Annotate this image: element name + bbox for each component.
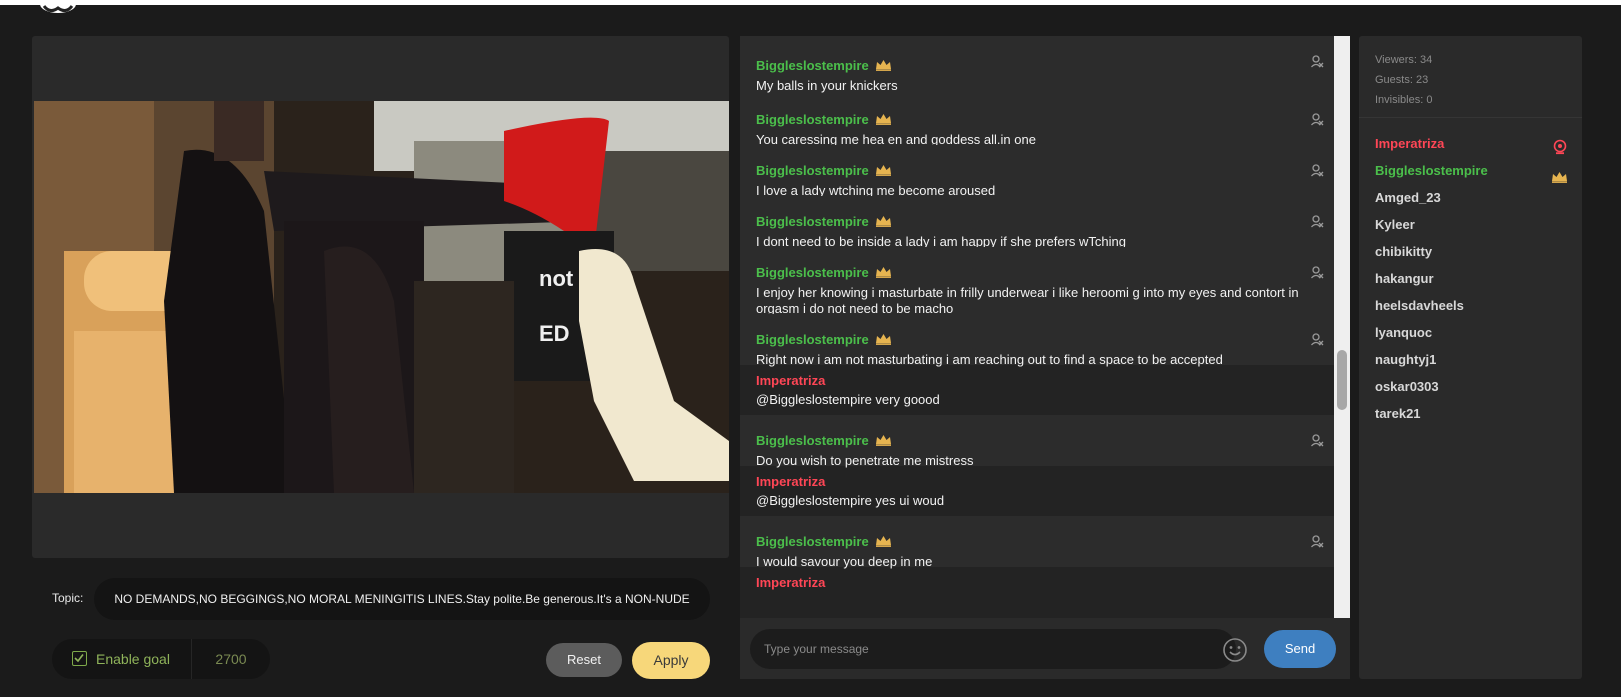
scrollbar-thumb[interactable]	[1337, 350, 1347, 410]
mute-user-icon[interactable]	[1310, 54, 1324, 71]
chat-message: Biggleslostempire I dont need to be insid…	[740, 196, 1334, 249]
user-list-item[interactable]: chibikitty	[1359, 238, 1582, 265]
chat-message: Biggleslostempire You caressing me hea en…	[740, 94, 1334, 147]
chat-message: Imperatriza @Biggleslostempire very goood	[740, 365, 1334, 415]
chat-username[interactable]: Biggleslostempire	[756, 58, 869, 73]
user-name: oskar0303	[1375, 379, 1439, 394]
chat-username[interactable]: Biggleslostempire	[756, 265, 869, 280]
mute-user-icon[interactable]	[1310, 265, 1324, 282]
video-stream[interactable]: not ED	[34, 101, 729, 493]
user-name: Kyleer	[1375, 217, 1415, 232]
user-list-item[interactable]: oskar0303	[1359, 373, 1582, 400]
chat-message: Biggleslostempire I love a lady wtching m…	[740, 145, 1334, 198]
smiley-icon[interactable]	[1222, 637, 1248, 663]
user-list-item[interactable]: tarek21	[1359, 400, 1582, 427]
reset-button[interactable]: Reset	[546, 643, 622, 677]
chat-message-text: I enjoy her knowing i masturbate in fril…	[756, 285, 1299, 316]
checkbox-checked-icon[interactable]	[72, 651, 87, 666]
crown-icon	[875, 59, 892, 74]
mute-user-icon[interactable]	[1310, 163, 1324, 180]
crown-icon	[875, 266, 892, 281]
user-name: hakangur	[1375, 271, 1434, 286]
users-panel: Viewers: 34 Guests: 23 Invisibles: 0 Imp…	[1359, 36, 1582, 679]
guests-count: Guests: 23	[1375, 74, 1429, 86]
chat-panel: Biggleslostempire My balls in your knicke…	[740, 36, 1350, 679]
user-list-item[interactable]: Biggleslostempire	[1359, 157, 1582, 184]
user-name: heelsdavheels	[1375, 298, 1464, 313]
users-list: Imperatriza Biggleslostempire Amged_23 Kyle…	[1359, 118, 1582, 427]
goal-control: Enable goal 2700	[52, 639, 270, 679]
topic-text[interactable]: NO DEMANDS,NO BEGGINGS,NO MORAL MENINGIT…	[94, 578, 710, 620]
user-list-item[interactable]: heelsdavheels	[1359, 292, 1582, 319]
chat-message-input[interactable]	[750, 629, 1236, 669]
chat-message: Biggleslostempire My balls in your knicke…	[740, 36, 1334, 94]
chat-message: Biggleslostempire Do you wish to penetrat…	[740, 415, 1334, 468]
chat-username[interactable]: Biggleslostempire	[756, 214, 869, 229]
user-name: Biggleslostempire	[1375, 163, 1488, 178]
mute-user-icon[interactable]	[1310, 534, 1324, 551]
chat-message: Biggleslostempire I enjoy her knowing i m…	[740, 247, 1334, 316]
svg-text:ED: ED	[539, 321, 570, 346]
mute-user-icon[interactable]	[1310, 433, 1324, 450]
chat-username[interactable]: Biggleslostempire	[756, 534, 869, 549]
svg-text:not: not	[539, 266, 574, 291]
viewers-count: Viewers: 34	[1375, 54, 1433, 66]
chat-scrollbar[interactable]	[1334, 36, 1350, 618]
chat-message: Biggleslostempire Right now i am not mast…	[740, 314, 1334, 367]
send-button[interactable]: Send	[1264, 630, 1336, 668]
crown-icon	[875, 164, 892, 179]
user-name: naughtyj1	[1375, 352, 1437, 367]
user-name: chibikitty	[1375, 244, 1433, 259]
user-list-item[interactable]: Imperatriza	[1359, 130, 1582, 157]
chat-username[interactable]: Biggleslostempire	[756, 332, 869, 347]
chat-input-bar: Send	[740, 618, 1350, 679]
user-list-item[interactable]: naughtyj1	[1359, 346, 1582, 373]
user-name: tarek21	[1375, 406, 1421, 421]
user-name: Imperatriza	[1375, 136, 1445, 151]
topic-row: Topic: NO DEMANDS,NO BEGGINGS,NO MORAL M…	[52, 578, 712, 620]
chat-username[interactable]: Biggleslostempire	[756, 112, 869, 127]
apply-button[interactable]: Apply	[632, 642, 710, 679]
crown-icon	[875, 333, 892, 348]
invisibles-count: Invisibles: 0	[1375, 94, 1433, 106]
crown-icon	[875, 215, 892, 230]
chat-username[interactable]: Imperatriza	[756, 575, 825, 590]
crown-icon	[875, 113, 892, 128]
chat-username[interactable]: Imperatriza	[756, 474, 825, 489]
chat-message-list[interactable]: Biggleslostempire My balls in your knicke…	[740, 36, 1334, 618]
chat-message: Imperatriza @Biggleslostempire yes ui wou…	[740, 466, 1334, 516]
chat-username[interactable]: Imperatriza	[756, 373, 825, 388]
chat-username[interactable]: Biggleslostempire	[756, 163, 869, 178]
top-bar	[0, 0, 1621, 5]
crown-icon	[875, 535, 892, 550]
topic-label: Topic:	[52, 591, 84, 605]
chat-message-text: @Biggleslostempire very goood	[756, 392, 940, 407]
user-list-item[interactable]: Kyleer	[1359, 211, 1582, 238]
goal-amount-input[interactable]: 2700	[192, 639, 270, 679]
mute-user-icon[interactable]	[1310, 214, 1324, 231]
mute-user-icon[interactable]	[1310, 112, 1324, 129]
chat-username[interactable]: Biggleslostempire	[756, 433, 869, 448]
chat-message: Imperatriza	[740, 567, 1334, 591]
user-name: Amged_23	[1375, 190, 1441, 205]
user-list-item[interactable]: lyanquoc	[1359, 319, 1582, 346]
user-name: lyanquoc	[1375, 325, 1433, 340]
chat-message-text: My balls in your knickers	[756, 78, 898, 93]
mute-user-icon[interactable]	[1310, 332, 1324, 349]
user-list-item[interactable]: hakangur	[1359, 265, 1582, 292]
user-list-item[interactable]: Amged_23	[1359, 184, 1582, 211]
room-stats: Viewers: 34 Guests: 23 Invisibles: 0	[1359, 36, 1582, 118]
crown-icon	[875, 434, 892, 449]
chat-message: Biggleslostempire I would savour you deep…	[740, 516, 1334, 569]
chat-message-text: @Biggleslostempire yes ui woud	[756, 493, 945, 508]
enable-goal-label[interactable]: Enable goal	[96, 651, 170, 667]
site-logo[interactable]	[36, 0, 80, 16]
